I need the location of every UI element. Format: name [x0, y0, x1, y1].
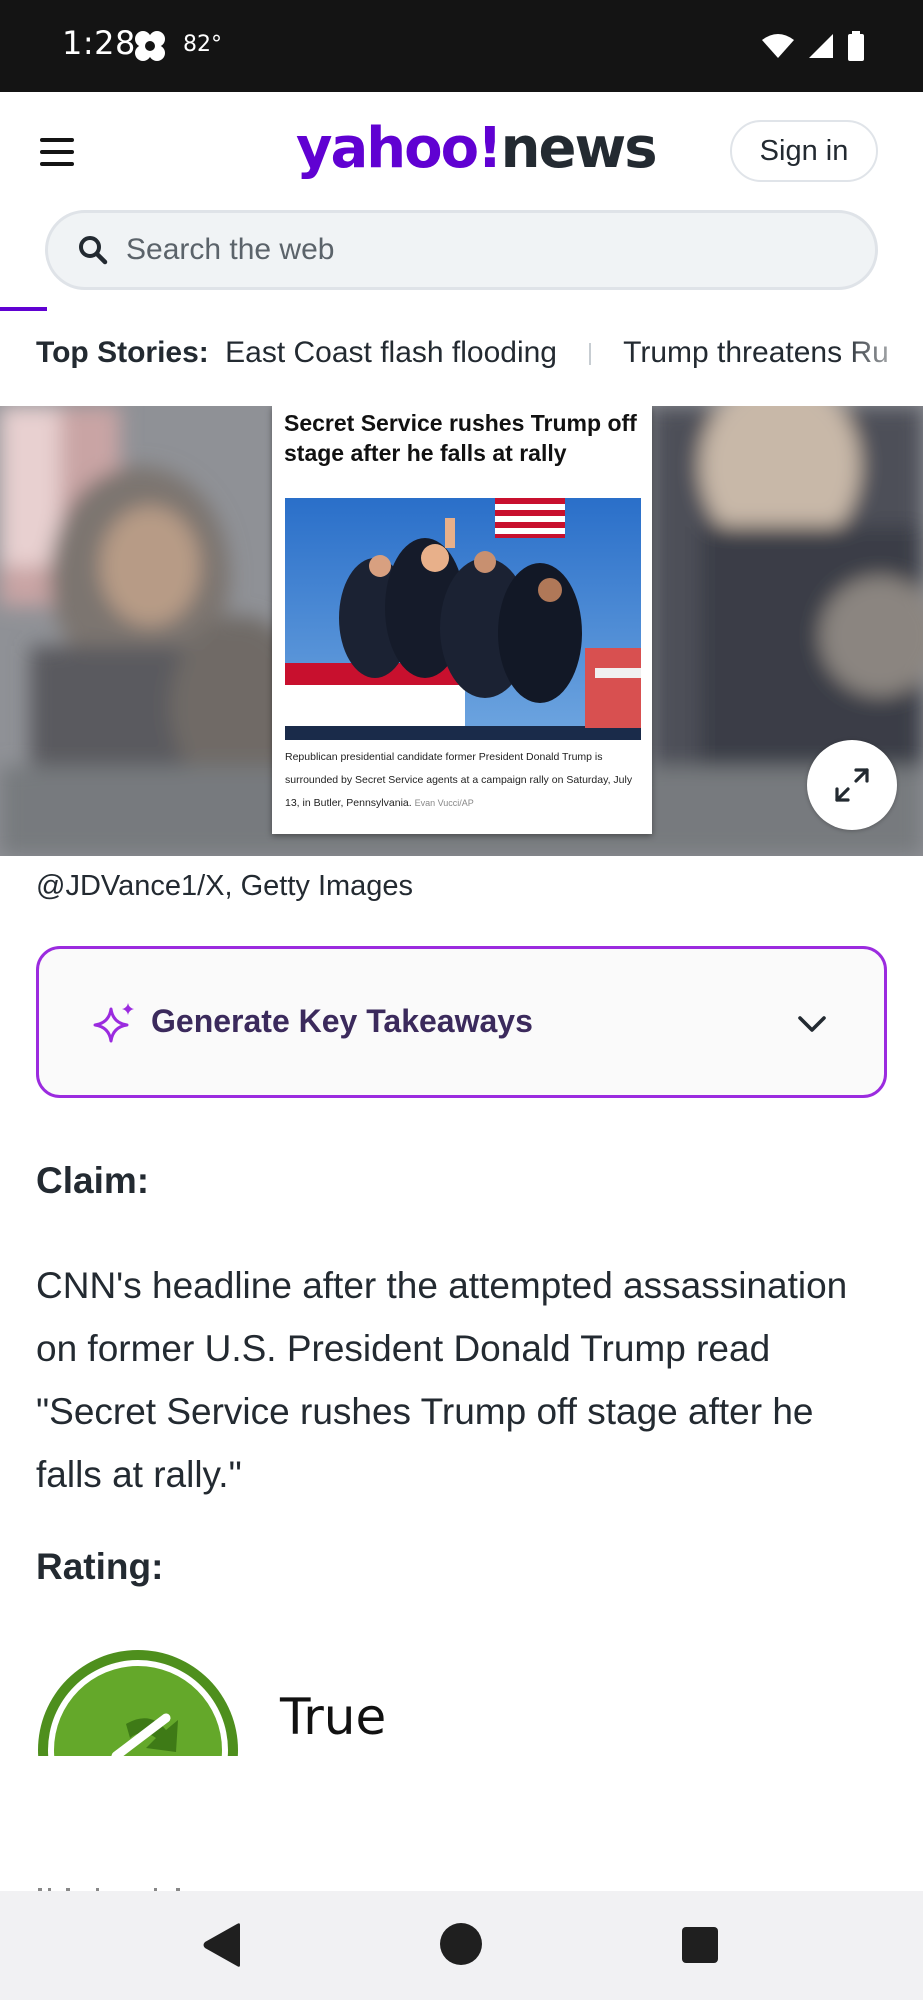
search-input[interactable] — [126, 225, 826, 275]
hero-inset-photo — [285, 498, 641, 740]
rating-heading: Rating: — [36, 1546, 164, 1587]
app-notification-icon — [135, 31, 165, 61]
hero-photo-caption: Republican presidential candidate former… — [285, 746, 645, 815]
site-header: yahoo!news Sign in — [0, 92, 923, 210]
signal-icon — [809, 34, 833, 58]
expand-icon — [835, 768, 869, 802]
status-bar: 1:28 82° — [0, 0, 923, 92]
battery-icon — [848, 31, 864, 61]
system-navigation-bar — [0, 1891, 923, 2000]
sign-in-button[interactable]: Sign in — [730, 120, 878, 182]
claim-text: CNN's headline after the attempted assas… — [36, 1265, 848, 1495]
hamburger-menu-icon[interactable] — [38, 136, 78, 168]
top-stories-divider — [589, 343, 592, 366]
hero-caption-credit: Evan Vucci/AP — [414, 798, 474, 808]
generate-key-takeaways-button[interactable]: Generate Key Takeaways — [36, 946, 887, 1098]
wifi-icon — [762, 34, 794, 58]
logo-news-text: news — [500, 116, 658, 181]
photo-credit: @JDVance1/X, Getty Images — [36, 870, 414, 902]
clipped-text-fragment — [38, 1888, 180, 1892]
chevron-down-icon — [798, 1016, 826, 1032]
rating-true-badge-icon — [38, 1650, 238, 1756]
recents-icon[interactable] — [682, 1927, 718, 1963]
hero-image[interactable]: Secret Service rushes Trump off stage af… — [0, 406, 923, 856]
rating-value: True — [280, 1688, 387, 1746]
search-icon — [79, 236, 108, 265]
back-icon[interactable] — [200, 1921, 244, 1969]
status-time: 1:28 — [62, 24, 136, 62]
hero-headline-card: Secret Service rushes Trump off stage af… — [272, 406, 652, 834]
claim-heading: Claim: — [36, 1160, 150, 1201]
page: 1:28 82° yahoo!news Sign in Search the w… — [0, 0, 923, 2000]
hero-headline: Secret Service rushes Trump off stage af… — [284, 410, 637, 466]
logo-yahoo-text: yahoo! — [296, 116, 503, 181]
ticker-fade — [843, 336, 923, 380]
top-stories-label: Top Stories: — [36, 336, 209, 369]
top-stories-ticker: Top Stories: East Coast flash flooding T… — [36, 336, 923, 380]
status-icons — [761, 28, 865, 64]
yahoo-news-logo[interactable]: yahoo!news — [296, 116, 658, 181]
expand-image-button[interactable] — [807, 740, 897, 830]
status-temperature: 82° — [183, 32, 222, 57]
sparkle-icon — [93, 1003, 134, 1043]
search-bar[interactable] — [45, 210, 878, 290]
takeaways-label: Generate Key Takeaways — [151, 1003, 533, 1039]
top-story-link[interactable]: East Coast flash flooding — [225, 336, 557, 369]
home-icon[interactable] — [440, 1923, 482, 1965]
page-load-progress — [0, 307, 47, 311]
